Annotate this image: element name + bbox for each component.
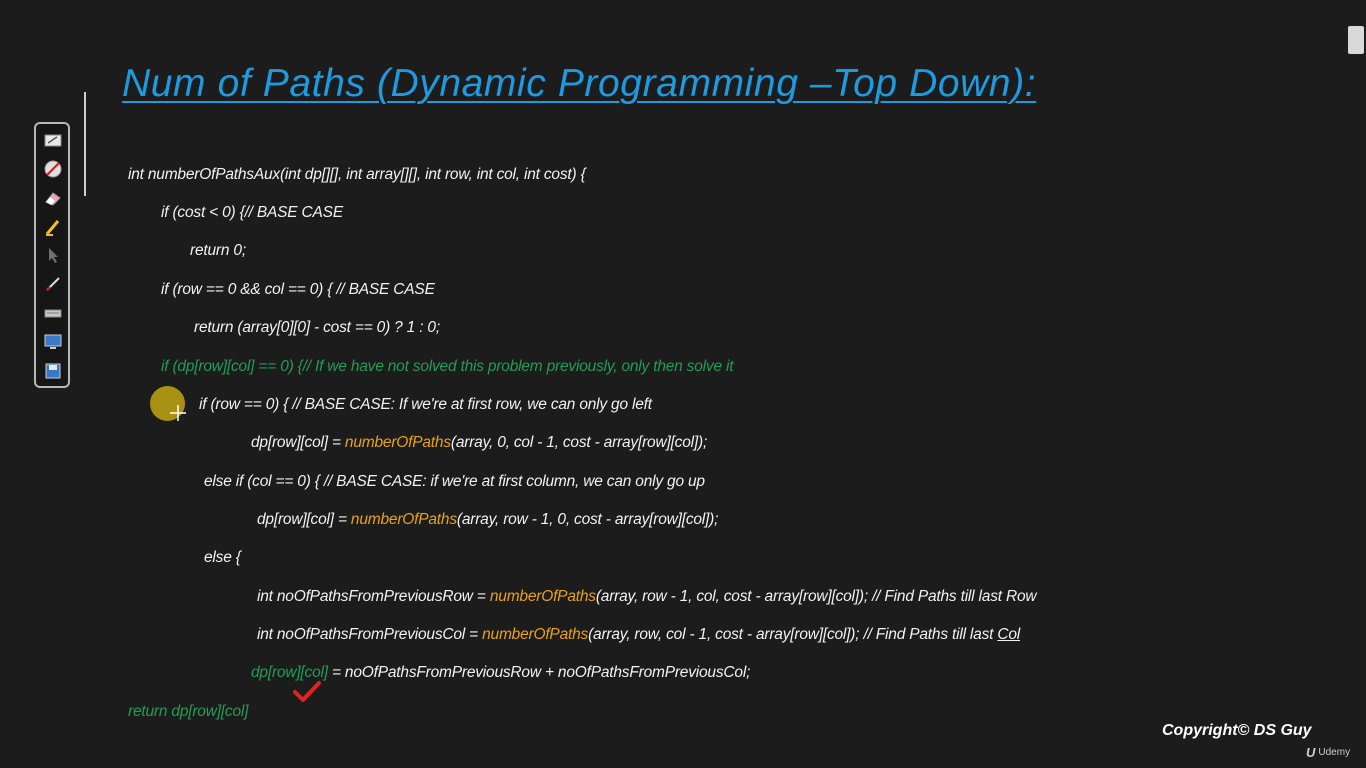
code-text: dp[row][col] =	[257, 511, 351, 528]
crosshair-cursor-icon	[170, 405, 186, 421]
code-text: (array, 0, col - 1, cost - array[row][co…	[450, 434, 708, 451]
code-line-dp-assign-row: dp[row][col] = numberOfPaths(array, 0, c…	[251, 434, 707, 452]
udemy-watermark: U Udemy	[1306, 745, 1350, 760]
code-text: int noOfPathsFromPreviousCol =	[257, 626, 483, 643]
slide-title: Num of Paths (Dynamic Programming –Top D…	[122, 62, 1037, 105]
code-text-green: dp[row][col]	[251, 664, 328, 681]
pen-icon[interactable]	[43, 274, 63, 294]
code-line-function-signature: int numberOfPathsAux(int dp[][], int arr…	[128, 166, 586, 183]
code-line-dp-assign-col: dp[row][col] = numberOfPaths(array, row …	[257, 511, 718, 529]
code-line-origin-check: if (row == 0 && col == 0) { // BASE CASE	[161, 281, 435, 298]
function-call: numberOfPaths	[489, 588, 596, 605]
whiteboard-icon[interactable]	[43, 131, 63, 151]
corner-widget-icon[interactable]	[1348, 26, 1364, 54]
code-line-prev-row: int noOfPathsFromPreviousRow = numberOfP…	[257, 588, 1037, 606]
udemy-label: Udemy	[1318, 747, 1351, 758]
function-call: numberOfPaths	[350, 511, 457, 528]
checkmark-icon	[293, 681, 321, 702]
code-text-underlined: Col	[997, 626, 1021, 643]
code-line-return-dp: return dp[row][col]	[128, 703, 249, 720]
code-text: = noOfPathsFromPreviousRow + noOfPathsFr…	[327, 664, 751, 681]
code-text: (array, row - 1, col, cost - array[row][…	[595, 588, 1037, 605]
keyboard-icon[interactable]	[43, 303, 63, 323]
no-pen-icon[interactable]	[43, 159, 63, 179]
divider-line	[84, 92, 86, 196]
code-line-return-origin: return (array[0][0] - cost == 0) ? 1 : 0…	[194, 319, 440, 336]
code-line-return-zero: return 0;	[190, 242, 246, 259]
pointer-icon[interactable]	[43, 245, 63, 265]
code-line-prev-col: int noOfPathsFromPreviousCol = numberOfP…	[257, 626, 1020, 644]
code-text: (array, row - 1, 0, cost - array[row][co…	[456, 511, 719, 528]
screen-icon[interactable]	[43, 332, 63, 352]
code-text: int noOfPathsFromPreviousRow =	[257, 588, 490, 605]
copyright-text: Copyright© DS Guy	[1162, 722, 1312, 739]
eraser-icon[interactable]	[43, 188, 63, 208]
code-line-cost-check: if (cost < 0) {// BASE CASE	[161, 204, 343, 221]
code-line-first-row-check: if (row == 0) { // BASE CASE: If we're a…	[199, 396, 652, 413]
code-text: dp[row][col] =	[251, 434, 345, 451]
save-icon[interactable]	[43, 361, 63, 381]
function-call: numberOfPaths	[482, 626, 589, 643]
annotation-toolbar	[34, 122, 70, 388]
function-call: numberOfPaths	[344, 434, 451, 451]
highlighter-icon[interactable]	[43, 217, 63, 237]
code-line-else: else {	[204, 549, 241, 566]
udemy-logo-icon: U	[1306, 745, 1316, 760]
code-line-first-col-check: else if (col == 0) { // BASE CASE: if we…	[204, 473, 705, 490]
code-text: (array, row, col - 1, cost - array[row][…	[588, 626, 998, 643]
code-line-dp-sum: dp[row][col] = noOfPathsFromPreviousRow …	[251, 664, 750, 682]
code-line-dp-check: if (dp[row][col] == 0) {// If we have no…	[161, 358, 734, 375]
